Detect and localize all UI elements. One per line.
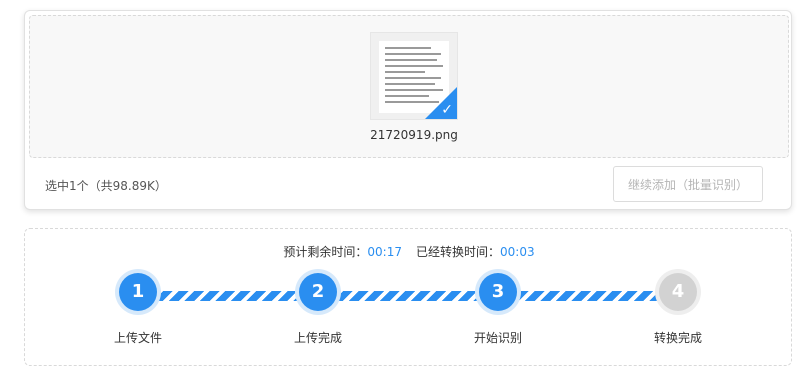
step-4-label: 转换完成 — [653, 331, 702, 345]
progress-panel: 预计剩余时间：00:17 已经转换时间：00:03 1 2 3 4 上传文件 上传… — [24, 228, 792, 366]
check-icon: ✓ — [441, 102, 453, 118]
step-1-circle: 1 — [119, 273, 157, 311]
remaining-time-value: 00:17 — [367, 245, 402, 259]
progress-connector-1 — [157, 291, 303, 301]
step-3-label: 开始识别 — [473, 331, 522, 345]
batch-add-button[interactable]: 继续添加（批量识别） — [613, 166, 763, 202]
file-thumbnail[interactable]: ✓ — [370, 32, 458, 120]
time-info: 预计剩余时间：00:17 已经转换时间：00:03 — [25, 243, 793, 260]
progress-connector-2 — [337, 291, 483, 301]
remaining-time-label: 预计剩余时间： — [283, 245, 368, 259]
step-2-label: 上传完成 — [293, 331, 342, 345]
step-1-label: 上传文件 — [113, 331, 162, 345]
selection-summary: 选中1个（共98.89K） — [45, 179, 167, 193]
file-drop-zone[interactable]: ✓ 21720919.png — [29, 15, 789, 158]
elapsed-time-value: 00:03 — [500, 245, 535, 259]
progress-connector-3 — [517, 291, 659, 301]
step-2-circle: 2 — [299, 273, 337, 311]
step-4-circle: 4 — [659, 273, 697, 311]
step-3-circle: 3 — [479, 273, 517, 311]
file-name: 21720919.png — [370, 128, 458, 142]
elapsed-time-label: 已经转换时间： — [416, 245, 501, 259]
upload-panel: ✓ 21720919.png 选中1个（共98.89K） 继续添加（批量识别） — [24, 10, 792, 210]
